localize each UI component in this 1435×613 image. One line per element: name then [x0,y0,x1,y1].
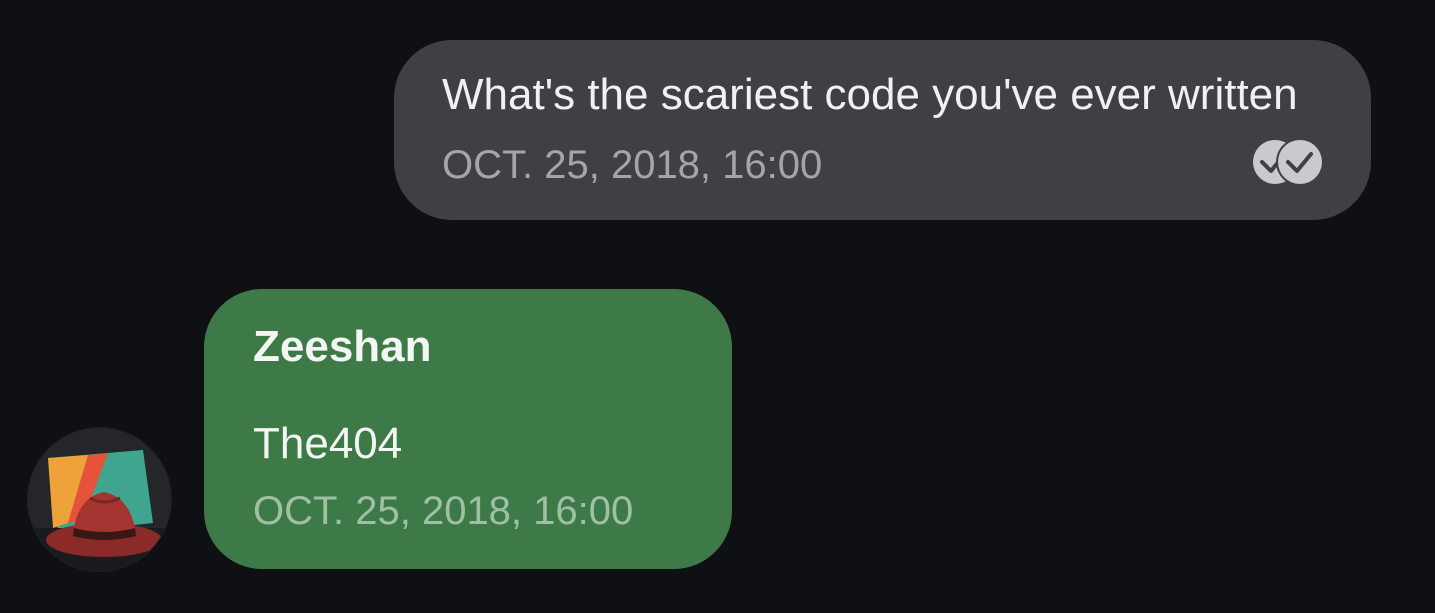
sender-name[interactable]: Zeeshan [253,322,432,372]
message-thread: What's the scariest code you've ever wri… [0,0,1435,613]
outgoing-message-timestamp: OCT. 25, 2018, 16:00 [442,143,823,187]
red-fedora-avatar-icon [28,428,171,571]
incoming-message-bubble[interactable]: Zeeshan The404 OCT. 25, 2018, 16:00 [204,289,732,569]
avatar[interactable] [28,428,171,571]
outgoing-message-text: What's the scariest code you've ever wri… [442,70,1298,119]
incoming-message-timestamp: OCT. 25, 2018, 16:00 [253,489,634,533]
incoming-message-text: The404 [253,419,403,468]
double-check-read-icon [1253,138,1324,186]
outgoing-message-bubble[interactable]: What's the scariest code you've ever wri… [394,40,1371,220]
